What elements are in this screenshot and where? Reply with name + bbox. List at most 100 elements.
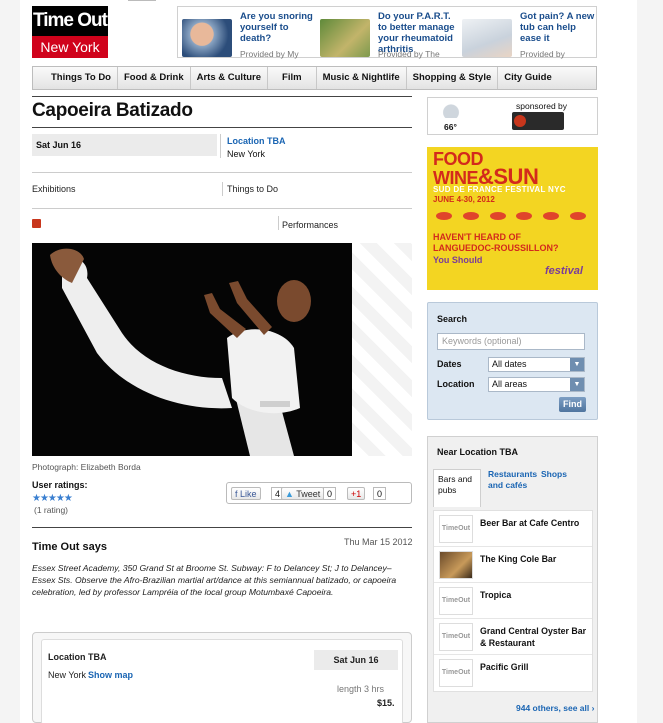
nav-food-drink[interactable]: Food & Drink [118, 67, 191, 89]
capoeira-dancer-illustration [32, 243, 352, 456]
category-things-to-do[interactable]: Things to Do [227, 184, 278, 194]
search-panel: Search Keywords (optional) Dates All dat… [427, 302, 598, 420]
main-nav: Things To Do Food & Drink Arts & Culture… [32, 66, 597, 90]
event-info-inner: Location TBA New York Show map Sat Jun 1… [41, 639, 403, 723]
list-item[interactable]: TimeOut Tropica [434, 583, 592, 619]
ad-provider: Provided by The [378, 49, 440, 59]
promo-headline: FOOD WINE&SUN [433, 150, 539, 188]
venue-name: Tropica [480, 590, 512, 600]
list-item[interactable]: The King Cole Bar [434, 547, 592, 583]
venue-photo [439, 551, 473, 579]
event-info-box: Location TBA New York Show map Sat Jun 1… [32, 632, 412, 723]
nav-arts-culture[interactable]: Arts & Culture [191, 67, 269, 89]
show-map-link[interactable]: Show map [88, 670, 133, 680]
ad-provider: Provided by [520, 49, 565, 59]
category-performances[interactable]: Performances [282, 220, 338, 230]
divider [32, 172, 412, 173]
timeout-thumb: TimeOut [439, 659, 473, 687]
divider [128, 0, 156, 1]
review-heading: Time Out says [32, 541, 107, 553]
see-all-link[interactable]: 944 others, see all › [516, 703, 594, 713]
dates-label: Dates [437, 359, 462, 369]
logo-line1: Time Out [32, 6, 108, 36]
logo-line2: New York [32, 36, 108, 58]
fish-icon [569, 212, 586, 220]
fish-icon [436, 212, 453, 220]
promo-ad-sud-de-france[interactable]: FOOD WINE&SUN SUD DE FRANCE FESTIVAL NYC… [427, 147, 598, 290]
find-button[interactable]: Find [559, 397, 586, 412]
twitter-icon: ▲ [285, 489, 297, 499]
venue-name: Beer Bar at Cafe Centro [480, 518, 580, 528]
promo-question: HAVEN'T HEARD OF LANGUEDOC-ROUSSILLON? [433, 232, 559, 253]
tab-bars-pubs[interactable]: Bars and pubs [433, 469, 481, 507]
nav-things-to-do[interactable]: Things To Do [33, 67, 118, 89]
ad-provider: Provided by My [240, 49, 299, 59]
nav-shopping-style[interactable]: Shopping & Style [407, 67, 499, 89]
chevron-down-icon: ▼ [570, 358, 584, 371]
promo-answer: You Should [433, 255, 483, 265]
promo-subtitle: SUD DE FRANCE FESTIVAL NYC [433, 185, 566, 194]
nav-music-nightlife[interactable]: Music & Nightlife [317, 67, 407, 89]
category-checkbox[interactable] [32, 219, 41, 228]
ad-thumb [182, 19, 232, 57]
keywords-input[interactable]: Keywords (optional) [437, 333, 585, 350]
ad-thumb [320, 19, 370, 57]
chevron-down-icon: ▼ [570, 378, 584, 391]
timeout-logo[interactable]: Time Out New York [32, 6, 108, 58]
fish-icon [516, 212, 533, 220]
venue-name: Grand Central Oyster Bar & Restaurant [480, 626, 587, 648]
location-select[interactable]: All areas ▼ [488, 377, 585, 392]
tab-restaurants-cafes[interactable]: Restaurants and cafés [488, 469, 537, 491]
google-plus-button[interactable]: +1 [347, 487, 366, 500]
list-item[interactable]: TimeOut Pacific Grill [434, 655, 592, 691]
cloud-icon [440, 104, 462, 118]
rating-stars[interactable]: ★★★★★ [32, 493, 73, 504]
divider [32, 127, 412, 128]
fish-icon [542, 212, 559, 220]
location-city: New York [227, 149, 266, 159]
info-city: New York [48, 670, 87, 680]
nav-film[interactable]: Film [268, 67, 317, 89]
weather-widget[interactable]: 66° sponsored by [427, 97, 598, 135]
watermark [352, 243, 412, 456]
nearby-panel: Near Location TBA Bars and pubs Restaura… [427, 436, 598, 723]
timeout-thumb: TimeOut [439, 515, 473, 543]
social-share: f Like 4 ▲ Tweet 0 +1 0 [226, 482, 412, 504]
tweet-label: Tweet [296, 489, 321, 499]
search-heading: Search [437, 314, 468, 324]
google-plus-icon: +1 [351, 489, 362, 499]
dates-select[interactable]: All dates ▼ [488, 357, 585, 372]
review-date: Thu Mar 15 2012 [344, 537, 413, 547]
nearby-list: TimeOut Beer Bar at Cafe Centro The King… [433, 510, 593, 692]
location-select-value: All areas [492, 379, 528, 389]
list-item[interactable]: TimeOut Beer Bar at Cafe Centro [434, 511, 592, 547]
ad-text: Got pain? A new tub can help ease it [520, 11, 595, 44]
divider [278, 216, 279, 230]
divider [32, 527, 412, 528]
divider [32, 208, 412, 209]
info-location: Location TBA [48, 652, 107, 662]
category-exhibitions[interactable]: Exhibitions [32, 184, 76, 194]
dates-select-value: All dates [492, 359, 527, 369]
sponsor-logo[interactable] [512, 112, 564, 130]
like-label: Like [240, 489, 257, 499]
rating-count: (1 rating) [34, 505, 69, 515]
tweet-button[interactable]: ▲ Tweet [281, 487, 325, 500]
location-link[interactable]: Location TBA [227, 136, 286, 146]
info-price: $15. [377, 698, 395, 708]
fish-icon [489, 212, 506, 220]
plus-count: 0 [373, 487, 387, 500]
promo-dates: JUNE 4-30, 2012 [433, 195, 495, 204]
location-label: Location [437, 379, 475, 389]
venue-name: The King Cole Bar [480, 554, 557, 564]
promo-festival: festival [545, 265, 583, 277]
event-date: Sat Jun 16 [32, 134, 217, 156]
page: Time Out New York Are you snoring yourse… [20, 0, 637, 723]
venue-name: Pacific Grill [480, 662, 529, 672]
nav-city-guide[interactable]: City Guide [498, 67, 558, 89]
divider [222, 182, 223, 196]
facebook-like-button[interactable]: f Like [231, 487, 261, 500]
tab-shops[interactable]: Shops [541, 469, 567, 480]
list-item[interactable]: TimeOut Grand Central Oyster Bar & Resta… [434, 619, 592, 655]
ad-strip: Are you snoring yourself to death? Provi… [177, 6, 597, 59]
